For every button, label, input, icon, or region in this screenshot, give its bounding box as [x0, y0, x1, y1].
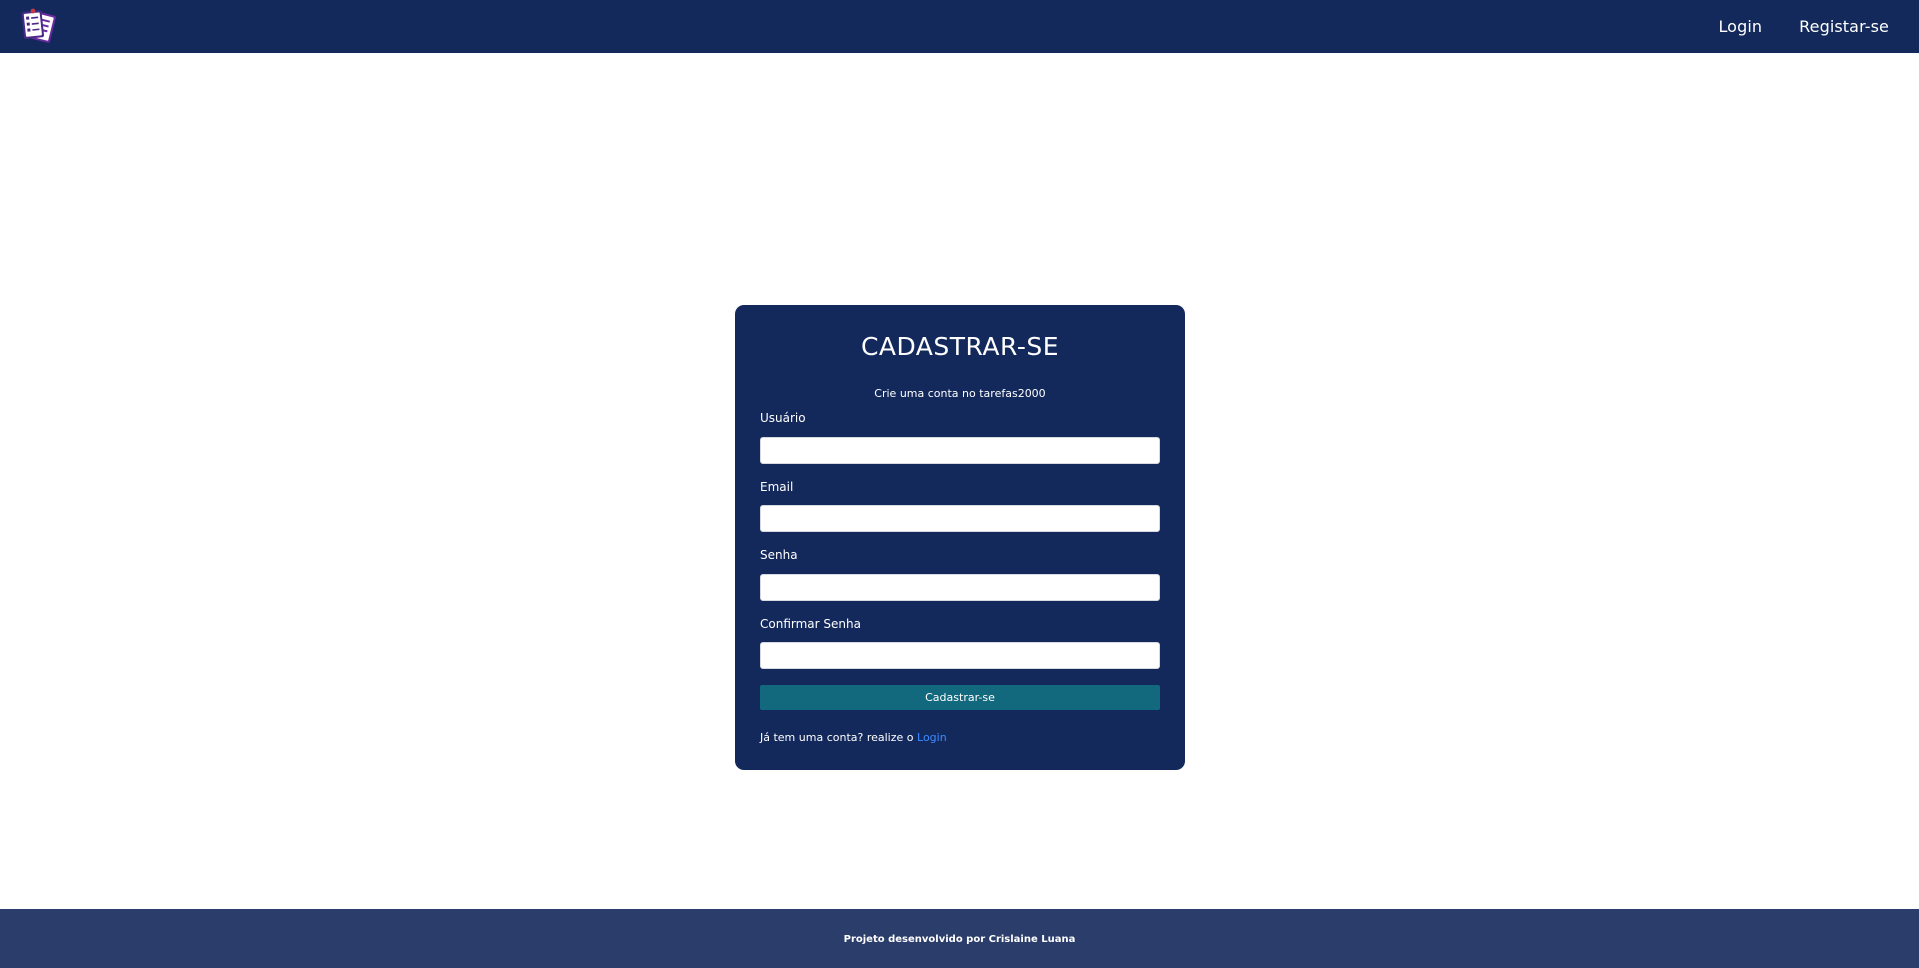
register-card: CADASTRAR-SE Crie uma conta no tarefas20…	[735, 305, 1185, 770]
nav-links: Login Registar-se	[1718, 17, 1901, 36]
navbar: Login Registar-se	[0, 0, 1919, 53]
login-link[interactable]: Login	[917, 731, 947, 744]
username-label: Usuário	[760, 411, 806, 425]
register-button[interactable]: Cadastrar-se	[760, 685, 1160, 710]
page-title: CADASTRAR-SE	[860, 332, 1060, 361]
footer: Projeto desenvolvido por Crislaine Luana	[0, 909, 1919, 968]
footer-credit: Projeto desenvolvido por Crislaine Luana	[843, 934, 1076, 945]
login-hint-text: Já tem uma conta? realize o	[760, 731, 918, 744]
email-input[interactable]	[760, 505, 1160, 532]
nav-login-link[interactable]: Login	[1718, 17, 1762, 36]
confirm-password-input[interactable]	[760, 642, 1160, 669]
nav-register-link[interactable]: Registar-se	[1799, 17, 1889, 36]
login-hint: Já tem uma conta? realize o Login	[760, 731, 947, 744]
username-input[interactable]	[760, 437, 1160, 464]
password-input[interactable]	[760, 574, 1160, 601]
form-subtitle: Crie uma conta no tarefas2000	[874, 387, 1046, 400]
confirm-password-label: Confirmar Senha	[760, 617, 861, 631]
email-label: Email	[760, 480, 794, 494]
task-list-icon[interactable]	[18, 6, 62, 48]
password-label: Senha	[760, 548, 798, 562]
